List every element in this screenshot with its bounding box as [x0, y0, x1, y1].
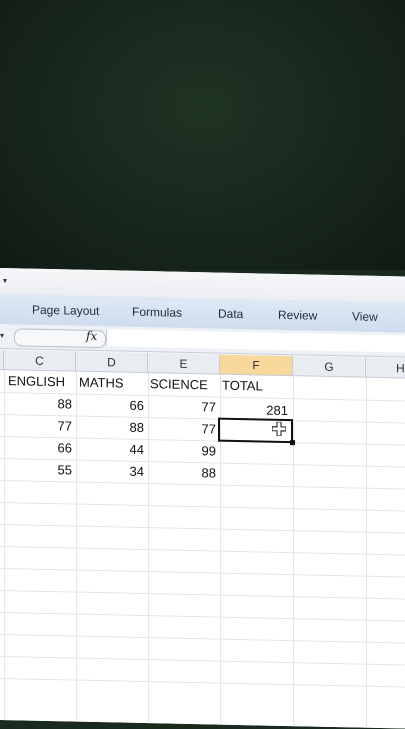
cell-e-header[interactable]: SCIENCE: [150, 374, 208, 395]
excel-window: ▾ Page Layout Formulas Data Review View …: [0, 268, 405, 729]
cell-d-row3[interactable]: 44: [76, 439, 144, 460]
tab-formulas[interactable]: Formulas: [132, 305, 182, 320]
column-header-c[interactable]: C: [4, 350, 76, 372]
tab-review[interactable]: Review: [278, 308, 317, 323]
column-header-g[interactable]: G: [293, 356, 366, 378]
cell-e-row4[interactable]: 88: [148, 462, 216, 483]
quick-access-dropdown-icon[interactable]: ▾: [3, 276, 7, 285]
column-header-f[interactable]: F: [220, 354, 293, 377]
worksheet-grid[interactable]: C D E F G H ENGLISH MATHS SCIENCE TOTAL …: [0, 350, 405, 729]
camera-dark-background: [0, 0, 405, 270]
tab-page-layout[interactable]: Page Layout: [32, 303, 99, 318]
formula-input[interactable]: [106, 329, 405, 353]
cell-c-row4[interactable]: 55: [4, 459, 72, 480]
column-header-d[interactable]: D: [76, 351, 148, 374]
cell-f-row4[interactable]: [220, 464, 288, 485]
gridline: [0, 634, 405, 644]
cell-c-row2[interactable]: 77: [4, 415, 72, 436]
cell-e-row1[interactable]: 77: [148, 396, 216, 417]
gridline: [0, 656, 405, 666]
gridline: [0, 546, 405, 556]
cell-d-header[interactable]: MATHS: [79, 373, 124, 394]
cell-d-row1[interactable]: 66: [76, 395, 144, 416]
tab-view[interactable]: View: [352, 309, 378, 324]
insert-function-button[interactable]: fx: [86, 329, 97, 343]
gridline: [0, 612, 405, 622]
cell-cursor-icon: [272, 421, 286, 436]
gridline: [0, 502, 405, 512]
cell-d-row4[interactable]: 34: [76, 461, 144, 482]
cell-e-row2[interactable]: 77: [148, 418, 216, 439]
cell-f-row3[interactable]: [220, 442, 288, 463]
gridline: [0, 678, 405, 688]
cell-c-row3[interactable]: 66: [4, 437, 72, 458]
gridline: [0, 590, 405, 600]
gridline: [0, 524, 405, 534]
cell-d-row2[interactable]: 88: [76, 417, 144, 438]
cell-f-header[interactable]: TOTAL: [222, 376, 263, 397]
column-header-h[interactable]: H: [366, 357, 405, 380]
cell-c-row1[interactable]: 88: [4, 393, 72, 414]
cell-c-header[interactable]: ENGLISH: [8, 371, 65, 392]
fill-handle[interactable]: [290, 440, 295, 446]
gridline: [0, 568, 405, 578]
tab-data[interactable]: Data: [218, 307, 243, 322]
column-header-e[interactable]: E: [148, 353, 220, 375]
name-box-dropdown-icon[interactable]: ▾: [0, 331, 4, 340]
cell-e-row3[interactable]: 99: [148, 440, 216, 461]
